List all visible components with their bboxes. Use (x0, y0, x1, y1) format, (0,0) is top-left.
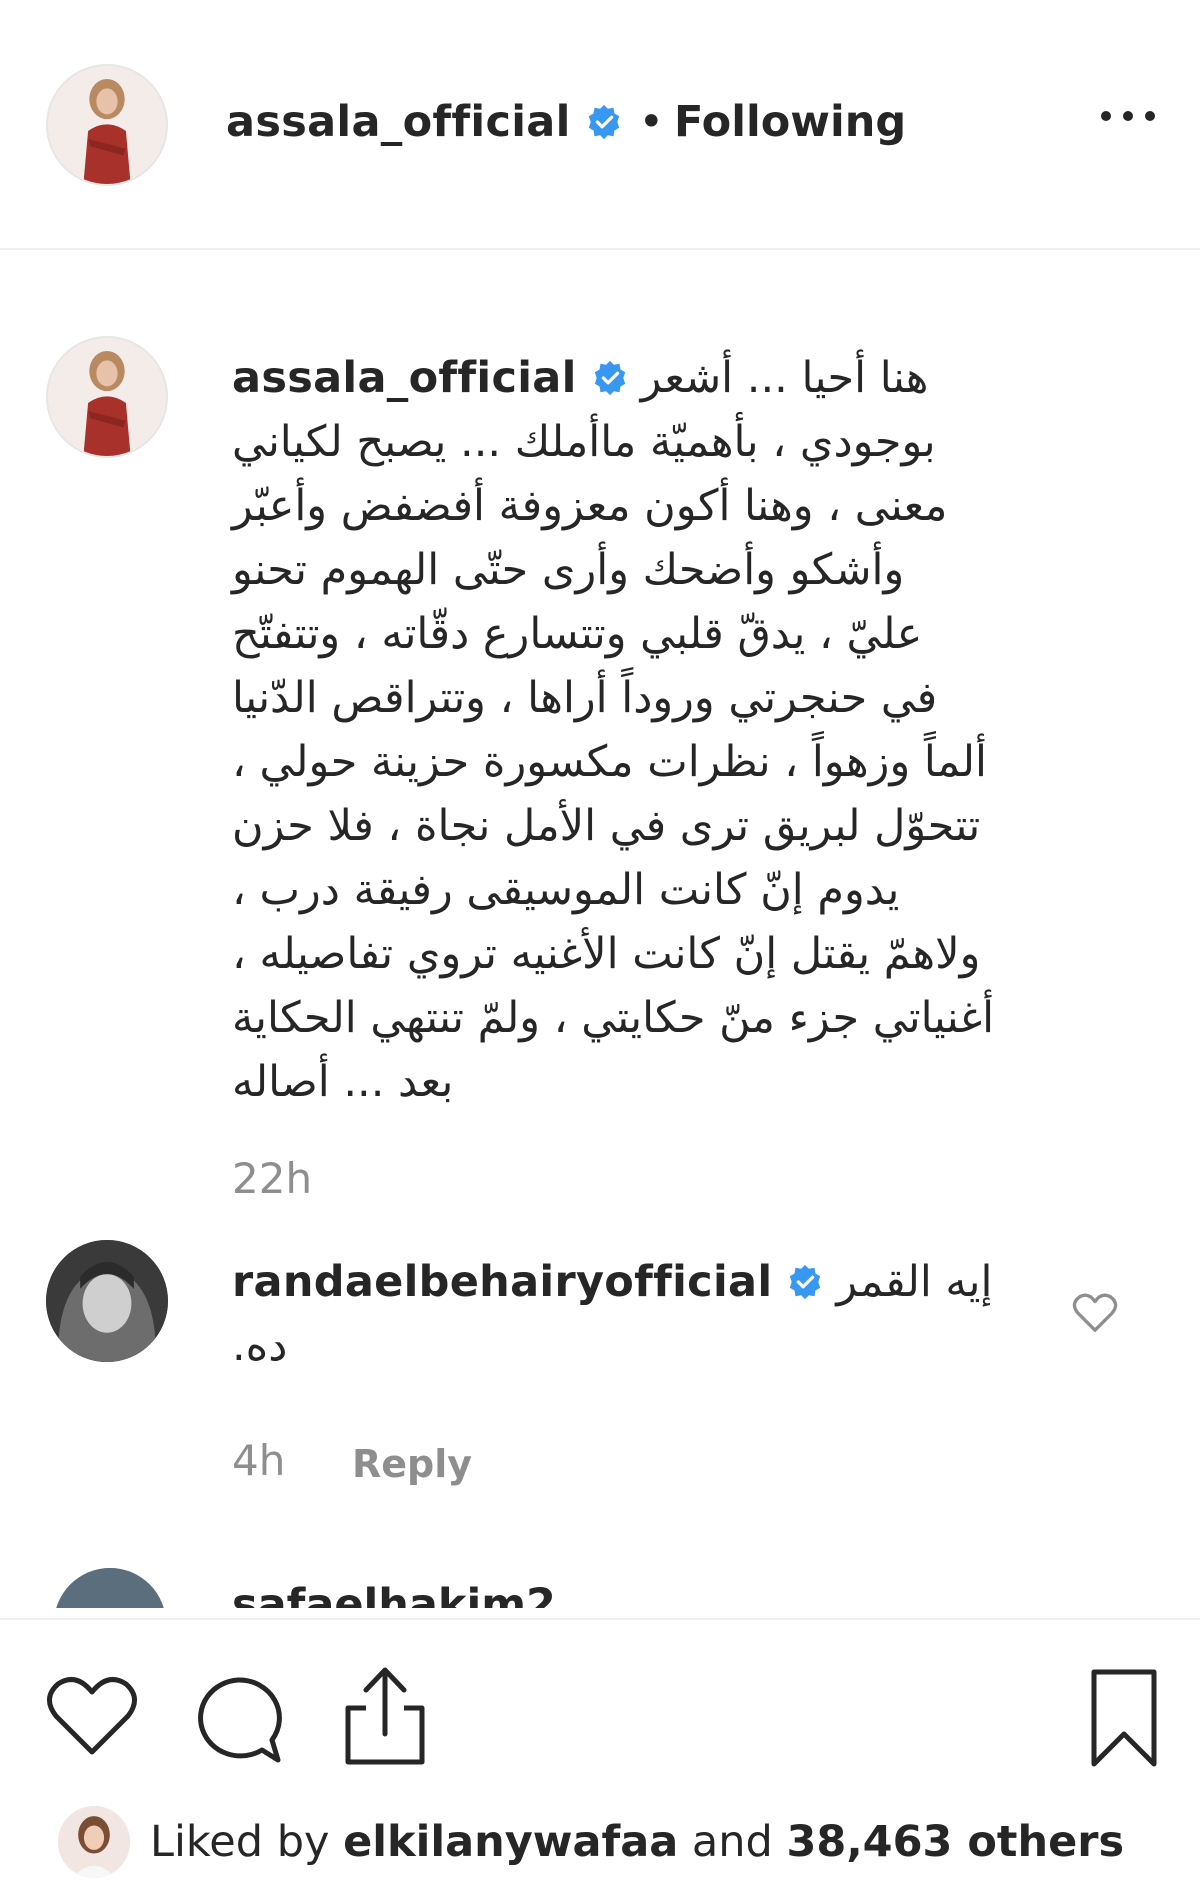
caption-first-line: assala_official هنا أحيا ... أشعر (232, 346, 1112, 410)
likes-count[interactable]: 38,463 others (786, 1817, 1124, 1867)
verified-badge-icon (786, 1263, 824, 1301)
author-avatar[interactable] (46, 64, 168, 186)
like-heart-icon[interactable] (46, 1674, 138, 1758)
caption-line: ألماً وزهواً ، نظرات مكسورة حزينة حولي ، (232, 737, 987, 787)
caption-text-start: هنا أحيا ... أشعر (640, 353, 929, 403)
comment-body: randaelbehairyofficial إيه القمر ده. (232, 1250, 1052, 1378)
commenter-username[interactable]: randaelbehairyofficial (232, 1250, 772, 1314)
comment-timestamp[interactable]: 4h (232, 1436, 285, 1485)
comment-text: إيه القمر (836, 1257, 993, 1307)
caption-line: أغنياتي جزء منّ حكايتي ، ولمّ تنتهي الحك… (232, 993, 995, 1043)
header-user-line: assala_official • Following (226, 96, 906, 148)
post-header: assala_official • Following (0, 0, 1200, 250)
caption-line: وأشكو وأضحك وأرى حتّى الهموم تحنو (232, 545, 905, 595)
header-username[interactable]: assala_official (226, 96, 571, 148)
save-bookmark-icon[interactable] (1088, 1668, 1160, 1768)
liked-by-and: and (691, 1817, 773, 1867)
liked-by-username[interactable]: elkilanywafaa (343, 1817, 678, 1867)
separator-dot: • (638, 97, 665, 147)
commenter-avatar[interactable] (46, 1240, 168, 1362)
verified-badge-icon (585, 103, 623, 141)
caption-line: يدوم إنّ كانت الموسيقى رفيقة درب ، (232, 865, 900, 915)
liked-by-line: Liked by elkilanywafaa and 38,463 others (58, 1806, 1124, 1878)
comment-bubble-icon[interactable] (192, 1674, 284, 1766)
following-button[interactable]: Following (674, 96, 906, 148)
comment-second-line: ده. (232, 1314, 1052, 1378)
caption-line: في حنجرتي وروداً أراها ، وتتراقص الدّنيا (232, 673, 938, 723)
liker-avatar[interactable] (58, 1806, 130, 1878)
comment-like-heart-icon[interactable] (1072, 1292, 1118, 1334)
reply-button[interactable]: Reply (352, 1442, 472, 1486)
comment-text-cont: ده. (232, 1321, 288, 1371)
comment-first-line: randaelbehairyofficial إيه القمر (232, 1250, 1052, 1314)
comments-section[interactable]: assala_official هنا أحيا ... أشعر بوجودي… (0, 250, 1200, 1608)
next-commenter-username[interactable]: safaelhakim2 (232, 1580, 556, 1608)
next-commenter-avatar[interactable] (54, 1568, 166, 1608)
caption-line: تتحوّل لبريق ترى في الأمل نجاة ، فلا حزن (232, 801, 981, 851)
share-upload-icon[interactable] (340, 1664, 430, 1768)
post-timestamp[interactable]: 22h (232, 1154, 312, 1203)
caption-username[interactable]: assala_official (232, 346, 577, 410)
caption-line: معنى ، وهنا أكون معزوفة أفضفض وأعبّر (232, 481, 948, 531)
verified-badge-icon (591, 359, 629, 397)
caption-line: بعد ... أصاله (232, 1057, 454, 1107)
caption-line: ولاهمّ يقتل إنّ كانت الأغنيه تروي تفاصيل… (232, 929, 981, 979)
post-actions: Liked by elkilanywafaa and 38,463 others (0, 1618, 1200, 1884)
caption-author-avatar[interactable] (46, 336, 168, 458)
caption-line: بوجودي ، بأهميّة ماأملك ... يصبح لكياني (232, 417, 936, 467)
caption-line: عليّ ، يدقّ قلبي وتتسارع دقّاته ، وتتفتّ… (232, 609, 923, 659)
post-caption: assala_official هنا أحيا ... أشعر بوجودي… (232, 346, 1112, 1114)
more-options-icon[interactable] (1096, 100, 1160, 132)
liked-by-prefix: Liked by (150, 1817, 330, 1867)
